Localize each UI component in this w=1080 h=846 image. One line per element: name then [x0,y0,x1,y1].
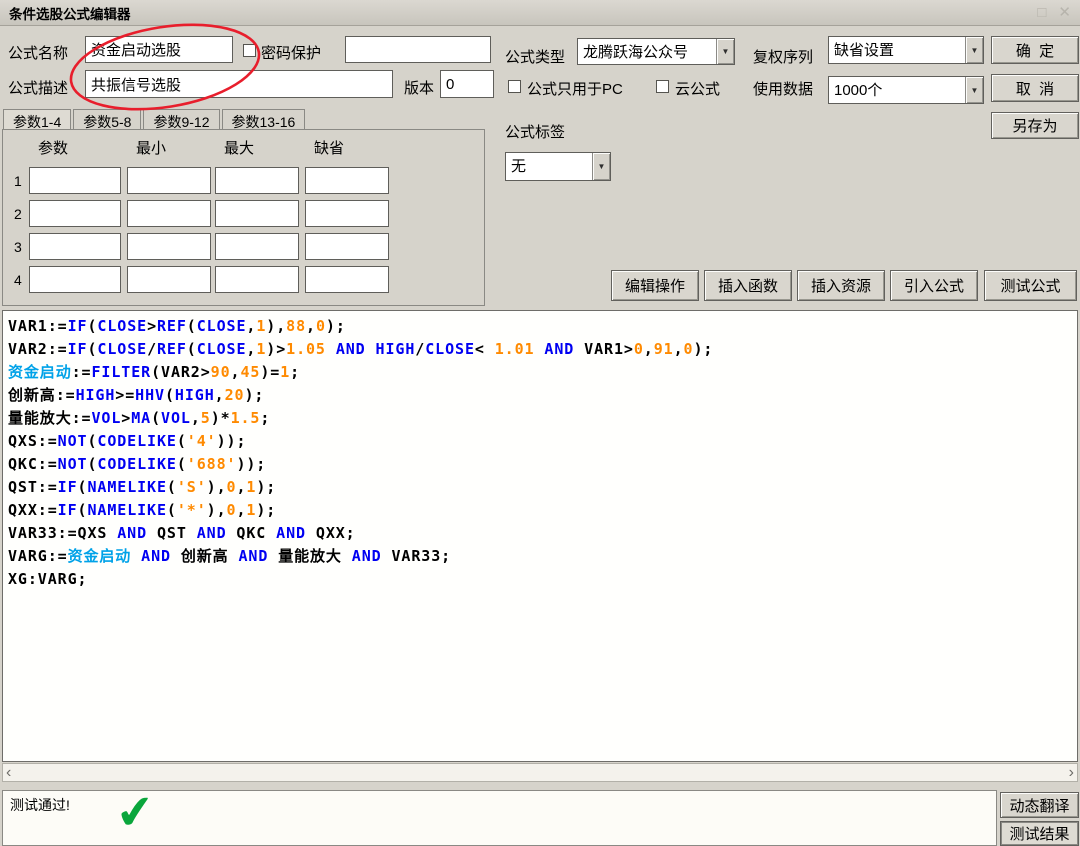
param-tabs: 参数1-4 参数5-8 参数9-12 参数13-16 [3,108,307,130]
code-line: QKC:=NOT(CODELIKE('688')); [8,455,267,473]
test-formula-button[interactable]: 测试公式 [984,270,1077,301]
data-count-select[interactable]: 1000个 ▼ [828,76,984,104]
param-input[interactable] [215,200,299,227]
param-row: 4 [3,266,484,293]
param-headers: 参数 最小 最大 缺省 [3,137,484,158]
param-input[interactable] [29,266,121,293]
version-input[interactable] [440,70,494,98]
cloud-formula-label: 云公式 [675,81,721,98]
param-input[interactable] [305,233,389,260]
pc-only-checkbox[interactable] [508,80,521,93]
code-line: 资金启动:=FILTER(VAR2>90,45)=1; [8,363,301,381]
close-icon[interactable]: ✕ [1058,5,1071,20]
param-input[interactable] [127,167,211,194]
param-tab-4[interactable]: 参数13-16 [221,109,306,130]
formula-tag-label: 公式标签 [505,124,566,141]
chevron-down-icon[interactable]: ▼ [592,153,610,180]
password-protect-checkbox[interactable] [243,44,256,57]
dynamic-translate-button[interactable]: 动态翻译 [1000,792,1079,818]
param-input[interactable] [127,233,211,260]
code-line: VAR33:=QXS AND QST AND QKC AND QXX; [8,524,356,542]
save-as-button[interactable]: 另存为 [991,112,1079,139]
adjust-sequence-value: 缺省设置 [834,42,895,59]
param-row-number: 4 [14,271,22,288]
code-line: VAR2:=IF(CLOSE/REF(CLOSE,1)>1.05 AND HIG… [8,340,714,358]
param-input[interactable] [305,266,389,293]
param-row-number: 2 [14,205,22,222]
param-input[interactable] [215,167,299,194]
param-header: 最大 [224,140,255,157]
chevron-down-icon[interactable]: ▼ [965,37,983,63]
formula-tag-select[interactable]: 无 ▼ [505,152,611,181]
code-line: 量能放大:=VOL>MA(VOL,5)*1.5; [8,409,271,427]
formula-type-select[interactable]: 龙腾跃海公众号 ▼ [577,38,735,65]
status-message: 测试通过! [10,797,70,813]
param-row-number: 3 [14,238,22,255]
code-line: QXX:=IF(NAMELIKE('*'),0,1); [8,501,277,519]
code-line: QST:=IF(NAMELIKE('S'),0,1); [8,478,277,496]
code-line: VAR1:=IF(CLOSE>REF(CLOSE,1),88,0); [8,317,346,335]
formula-desc-input[interactable] [85,70,393,98]
param-row: 3 [3,233,484,260]
param-panel: 参数 最小 最大 缺省 1 2 3 4 [2,129,485,306]
code-line: XG:VARG; [8,570,88,588]
import-formula-button[interactable]: 引入公式 [890,270,978,301]
param-input[interactable] [215,266,299,293]
ok-button[interactable]: 确 定 [991,36,1079,64]
insert-resource-button[interactable]: 插入资源 [797,270,885,301]
version-label: 版本 [404,80,435,97]
scroll-right-icon[interactable]: › [1069,764,1074,781]
code-editor[interactable]: VAR1:=IF(CLOSE>REF(CLOSE,1),88,0); VAR2:=… [2,310,1078,762]
pc-only-label: 公式只用于PC [527,81,623,98]
param-input[interactable] [127,200,211,227]
param-row-number: 1 [14,172,22,189]
chevron-down-icon[interactable]: ▼ [716,39,734,64]
edit-operation-button[interactable]: 编辑操作 [611,270,699,301]
param-input[interactable] [215,233,299,260]
check-icon: ✔ [113,784,158,840]
param-input[interactable] [305,200,389,227]
param-input[interactable] [127,266,211,293]
formula-name-label: 公式名称 [8,45,69,62]
formula-desc-label: 公式描述 [8,80,69,97]
data-count-value: 1000个 [834,82,883,99]
param-header: 缺省 [314,140,345,157]
param-input[interactable] [29,167,121,194]
formula-name-input[interactable] [85,36,233,63]
window-title: 条件选股公式编辑器 [9,6,131,22]
scroll-left-icon[interactable]: ‹ [6,764,11,781]
adjust-sequence-select[interactable]: 缺省设置 ▼ [828,36,984,64]
param-input[interactable] [305,167,389,194]
password-input[interactable] [345,36,491,63]
param-row: 1 [3,167,484,194]
code-line: QXS:=NOT(CODELIKE('4')); [8,432,247,450]
param-input[interactable] [29,200,121,227]
param-header: 最小 [136,140,167,157]
code-line: 创新高:=HIGH>=HHV(HIGH,20); [8,386,265,404]
formula-type-value: 龙腾跃海公众号 [583,44,689,61]
formula-tag-value: 无 [511,158,527,175]
title-bar: 条件选股公式编辑器 □ ✕ [0,0,1080,26]
param-input[interactable] [29,233,121,260]
maximize-icon[interactable]: □ [1037,5,1046,20]
code-line: VARG:=资金启动 AND 创新高 AND 量能放大 AND VAR33; [8,547,452,565]
formula-type-label: 公式类型 [505,49,566,66]
cancel-button[interactable]: 取 消 [991,74,1079,102]
param-tab-2[interactable]: 参数5-8 [73,109,142,130]
cloud-formula-checkbox[interactable] [656,80,669,93]
h-scrollbar[interactable]: ‹ › [2,763,1078,782]
insert-function-button[interactable]: 插入函数 [704,270,792,301]
password-protect-label: 密码保护 [261,45,322,62]
param-tab-3[interactable]: 参数9-12 [143,109,220,130]
param-row: 2 [3,200,484,227]
param-header: 参数 [38,140,69,157]
data-count-label: 使用数据 [753,81,814,98]
chevron-down-icon[interactable]: ▼ [965,77,983,103]
adjust-sequence-label: 复权序列 [753,49,814,66]
test-result-button[interactable]: 测试结果 [1000,821,1079,846]
param-tab-1[interactable]: 参数1-4 [3,109,72,130]
param-grid: 1 2 3 4 [3,167,484,293]
